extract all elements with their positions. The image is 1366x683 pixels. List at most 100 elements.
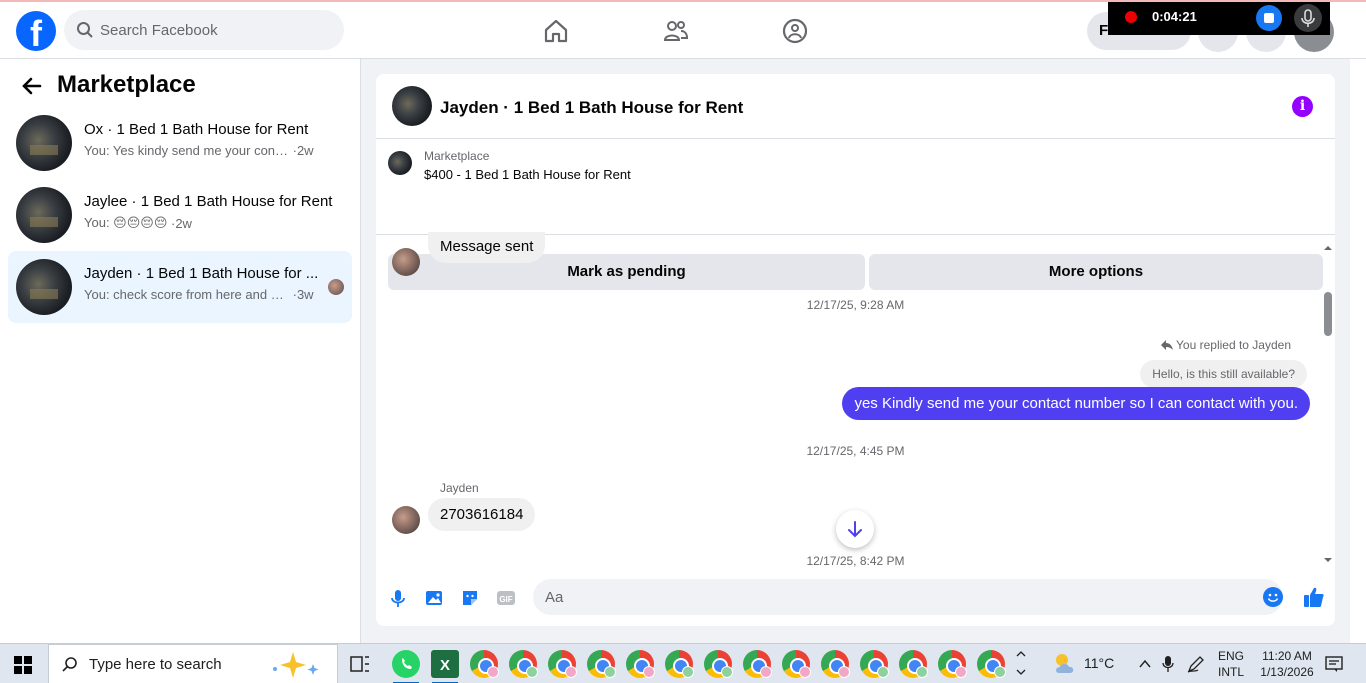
listing-label: Marketplace xyxy=(424,149,490,163)
profile-badge-icon xyxy=(994,666,1006,678)
chevron-up-icon[interactable] xyxy=(1138,657,1152,671)
profile-badge-icon xyxy=(526,666,538,678)
chrome-app-icon[interactable] xyxy=(470,650,499,678)
whatsapp-icon xyxy=(402,658,412,669)
system-clock[interactable]: 11:20 AM 1/13/2026 xyxy=(1255,648,1319,680)
scroll-down-icon xyxy=(1324,558,1332,562)
message-input[interactable] xyxy=(533,579,1283,615)
listing-thumbnail xyxy=(16,115,72,171)
chrome-app-icon[interactable] xyxy=(704,650,733,678)
taskbar-search-box[interactable]: Type here to search xyxy=(48,644,338,683)
like-thumb-icon[interactable] xyxy=(1302,585,1326,609)
excel-icon: X xyxy=(440,657,450,674)
gif-icon[interactable]: GIF xyxy=(496,588,516,608)
recording-dot-icon xyxy=(1125,11,1137,23)
conversation-preview: You: Yes kindy send me your contact ... … xyxy=(84,143,314,158)
tray-microphone-icon[interactable] xyxy=(1161,655,1175,673)
windows-start-icon[interactable] xyxy=(14,656,32,674)
profile-badge-icon xyxy=(604,666,616,678)
contact-avatar xyxy=(392,506,420,534)
conversation-item[interactable]: Jaylee · 1 Bed 1 Bath House for Rent You… xyxy=(8,179,352,251)
page-scrollbar-track[interactable] xyxy=(1350,59,1366,643)
weather-icon[interactable] xyxy=(1051,651,1079,677)
scroll-thumb[interactable] xyxy=(1324,292,1332,336)
chrome-app-icon[interactable] xyxy=(899,650,928,678)
timestamp: 12/17/25, 4:45 PM xyxy=(806,444,905,458)
search-icon xyxy=(62,657,77,672)
listing-card: Marketplace $400 - 1 Bed 1 Bath House fo… xyxy=(376,139,1335,290)
scroll-to-bottom-button[interactable] xyxy=(836,510,874,548)
arrow-down-icon xyxy=(848,521,862,538)
task-view-icon[interactable] xyxy=(349,653,371,675)
profile-badge-icon xyxy=(682,666,694,678)
input-language[interactable]: ENG INTL xyxy=(1218,648,1244,680)
chrome-app-icon[interactable] xyxy=(977,650,1006,678)
chat-title[interactable]: Jayden · 1 Bed 1 Bath House for Rent xyxy=(440,98,743,118)
conversation-title: Ox · 1 Bed 1 Bath House for Rent xyxy=(84,121,309,138)
chrome-app-icon[interactable] xyxy=(860,650,889,678)
chat-avatar[interactable] xyxy=(392,86,432,126)
chrome-app-icon[interactable] xyxy=(587,650,616,678)
stop-recording-button[interactable] xyxy=(1256,5,1282,31)
conversation-preview: You: 😔😔😔😔 ·2w xyxy=(84,215,192,231)
timestamp: 12/17/25, 8:42 PM xyxy=(806,554,905,568)
back-arrow-icon[interactable] xyxy=(20,75,42,97)
message-scrollbar[interactable] xyxy=(1322,244,1334,564)
message-bubble-incoming: Message sent xyxy=(428,232,546,263)
chrome-app-icon[interactable] xyxy=(548,650,577,678)
chrome-app-icon[interactable] xyxy=(665,650,694,678)
marketplace-sidebar: Marketplace Ox · 1 Bed 1 Bath House for … xyxy=(0,59,361,643)
photo-icon[interactable] xyxy=(424,588,444,608)
chrome-app-icon[interactable] xyxy=(626,650,655,678)
profile-badge-icon xyxy=(721,666,733,678)
scroll-up-icon xyxy=(1324,246,1332,250)
chrome-app-icon[interactable] xyxy=(782,650,811,678)
message-bubble-outgoing: yes Kindly send me your contact number s… xyxy=(842,387,1310,420)
home-icon[interactable] xyxy=(542,17,570,45)
listing-thumbnail[interactable] xyxy=(388,151,412,175)
groups-icon[interactable] xyxy=(781,17,809,45)
top-bar: f Fi 0:04:21 xyxy=(0,0,1366,59)
listing-thumbnail xyxy=(16,259,72,315)
whatsapp-app-icon[interactable] xyxy=(392,650,420,678)
search-icon xyxy=(77,22,93,38)
chrome-app-icon[interactable] xyxy=(509,650,538,678)
notifications-icon[interactable] xyxy=(1325,655,1343,673)
chat-panel: Jayden · 1 Bed 1 Bath House for Rent i M… xyxy=(376,74,1335,626)
sticker-icon[interactable] xyxy=(460,588,480,608)
message-list: Message sent 12/17/25, 9:28 AM You repli… xyxy=(376,232,1335,571)
chrome-app-icon[interactable] xyxy=(938,650,967,678)
profile-badge-icon xyxy=(487,666,499,678)
taskbar-overflow-icon[interactable] xyxy=(1015,648,1027,678)
microphone-button[interactable] xyxy=(1294,4,1322,32)
smiley-icon xyxy=(1267,593,1279,602)
chat-header: Jayden · 1 Bed 1 Bath House for Rent i xyxy=(376,74,1335,139)
chrome-app-icon[interactable] xyxy=(821,650,850,678)
listing-thumbnail xyxy=(16,187,72,243)
profile-badge-icon xyxy=(799,666,811,678)
excel-app-icon[interactable]: X xyxy=(431,650,459,678)
info-icon[interactable]: i xyxy=(1292,96,1313,117)
profile-badge-icon xyxy=(916,666,928,678)
listing-title[interactable]: $400 - 1 Bed 1 Bath House for Rent xyxy=(424,167,631,182)
message-composer: GIF xyxy=(376,571,1335,626)
profile-badge-icon xyxy=(838,666,850,678)
pen-icon[interactable] xyxy=(1186,654,1206,674)
screen-recorder-bar: 0:04:21 xyxy=(1108,2,1330,35)
replied-message-quote: Hello, is this still available? xyxy=(1140,360,1307,388)
weather-temperature[interactable]: 11°C xyxy=(1084,655,1114,671)
conversation-item-active[interactable]: Jayden · 1 Bed 1 Bath House for ... You:… xyxy=(8,251,352,323)
search-box[interactable] xyxy=(64,10,344,50)
windows-taskbar: Type here to search X 11°C ENG INTL 11:20… xyxy=(0,643,1366,683)
reply-icon xyxy=(1160,340,1173,350)
conversation-item[interactable]: Ox · 1 Bed 1 Bath House for Rent You: Ye… xyxy=(8,107,352,179)
search-input[interactable] xyxy=(100,18,330,42)
facebook-logo[interactable]: f xyxy=(16,11,56,51)
emoji-button[interactable] xyxy=(1263,587,1283,607)
conversation-title: Jaylee · 1 Bed 1 Bath House for Rent xyxy=(84,193,333,210)
friends-icon[interactable] xyxy=(662,17,690,45)
chrome-app-icon[interactable] xyxy=(743,650,772,678)
timestamp: 12/17/25, 9:28 AM xyxy=(806,298,905,312)
seen-avatar xyxy=(328,279,344,295)
microphone-icon[interactable] xyxy=(388,588,408,608)
